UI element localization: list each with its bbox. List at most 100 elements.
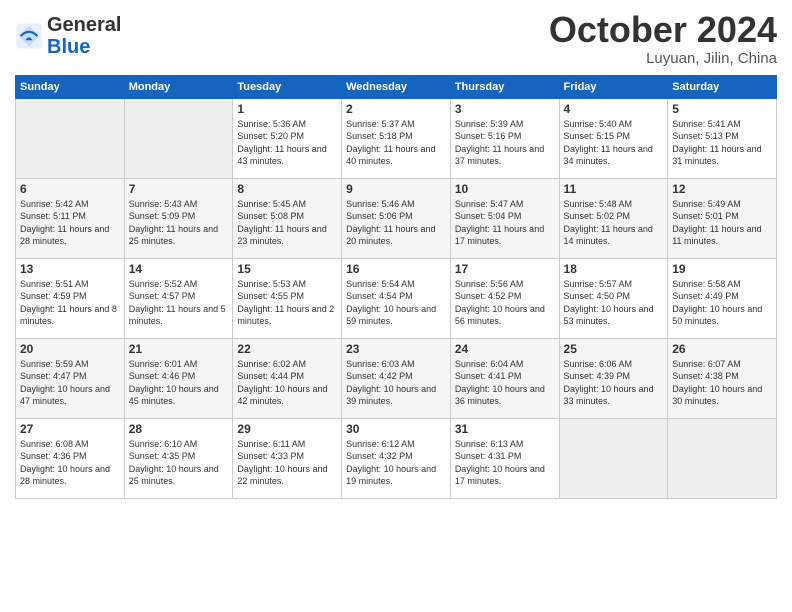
logo-icon [15,22,43,50]
calendar-cell: 17 Sunrise: 5:56 AMSunset: 4:52 PMDayligh… [450,258,559,338]
calendar-week-row: 13 Sunrise: 5:51 AMSunset: 4:59 PMDayligh… [16,258,777,338]
calendar-cell: 15 Sunrise: 5:53 AMSunset: 4:55 PMDayligh… [233,258,342,338]
day-info: Sunrise: 5:45 AMSunset: 5:08 PMDaylight:… [237,198,337,248]
day-info: Sunrise: 5:36 AMSunset: 5:20 PMDaylight:… [237,118,337,168]
calendar-week-row: 6 Sunrise: 5:42 AMSunset: 5:11 PMDaylight… [16,178,777,258]
day-number: 24 [455,342,555,356]
calendar-cell: 27 Sunrise: 6:08 AMSunset: 4:36 PMDayligh… [16,418,125,498]
day-number: 15 [237,262,337,276]
day-number: 13 [20,262,120,276]
calendar-cell: 29Sunrise: 6:11 AMSunset: 4:33 PMDayligh… [233,418,342,498]
calendar-cell: 13 Sunrise: 5:51 AMSunset: 4:59 PMDayligh… [16,258,125,338]
day-number: 23 [346,342,446,356]
calendar-cell: 4 Sunrise: 5:40 AMSunset: 5:15 PMDaylight… [559,98,668,178]
day-info: Sunrise: 5:48 AMSunset: 5:02 PMDaylight:… [564,198,664,248]
day-number: 19 [672,262,772,276]
calendar-cell: 3Sunrise: 5:39 AMSunset: 5:16 PMDaylight… [450,98,559,178]
weekday-header-sunday: Sunday [16,75,125,98]
header: General Blue October 2024 Luyuan, Jilin,… [15,10,777,67]
logo-general: General [47,14,121,36]
calendar-week-row: 20 Sunrise: 5:59 AMSunset: 4:47 PMDayligh… [16,338,777,418]
day-info: Sunrise: 6:07 AMSunset: 4:38 PMDaylight:… [672,358,772,408]
calendar-cell: 8 Sunrise: 5:45 AMSunset: 5:08 PMDaylight… [233,178,342,258]
day-info: Sunrise: 5:51 AMSunset: 4:59 PMDaylight:… [20,278,120,328]
calendar-cell: 9 Sunrise: 5:46 AMSunset: 5:06 PMDaylight… [342,178,451,258]
day-info: Sunrise: 6:04 AMSunset: 4:41 PMDaylight:… [455,358,555,408]
day-number: 8 [237,182,337,196]
weekday-header-thursday: Thursday [450,75,559,98]
weekday-header-saturday: Saturday [668,75,777,98]
calendar-cell: 23 Sunrise: 6:03 AMSunset: 4:42 PMDayligh… [342,338,451,418]
day-info: Sunrise: 6:01 AMSunset: 4:46 PMDaylight:… [129,358,229,408]
calendar-cell: 6 Sunrise: 5:42 AMSunset: 5:11 PMDaylight… [16,178,125,258]
logo-blue: Blue [47,36,90,58]
day-number: 31 [455,422,555,436]
day-number: 1 [237,102,337,116]
day-info: Sunrise: 6:12 AMSunset: 4:32 PMDaylight:… [346,438,446,488]
day-number: 11 [564,182,664,196]
day-info: Sunrise: 6:06 AMSunset: 4:39 PMDaylight:… [564,358,664,408]
weekday-header-row: SundayMondayTuesdayWednesdayThursdayFrid… [16,75,777,98]
day-info: Sunrise: 5:40 AMSunset: 5:15 PMDaylight:… [564,118,664,168]
calendar-cell: 28Sunrise: 6:10 AMSunset: 4:35 PMDayligh… [124,418,233,498]
day-number: 9 [346,182,446,196]
weekday-header-monday: Monday [124,75,233,98]
day-info: Sunrise: 5:59 AMSunset: 4:47 PMDaylight:… [20,358,120,408]
calendar-cell: 16 Sunrise: 5:54 AMSunset: 4:54 PMDayligh… [342,258,451,338]
location: Luyuan, Jilin, China [549,50,777,67]
day-info: Sunrise: 5:49 AMSunset: 5:01 PMDaylight:… [672,198,772,248]
day-number: 4 [564,102,664,116]
day-number: 14 [129,262,229,276]
day-number: 5 [672,102,772,116]
calendar-cell: 18Sunrise: 5:57 AMSunset: 4:50 PMDayligh… [559,258,668,338]
day-info: Sunrise: 6:13 AMSunset: 4:31 PMDaylight:… [455,438,555,488]
day-number: 10 [455,182,555,196]
day-info: Sunrise: 6:03 AMSunset: 4:42 PMDaylight:… [346,358,446,408]
day-info: Sunrise: 5:37 AMSunset: 5:18 PMDaylight:… [346,118,446,168]
day-number: 2 [346,102,446,116]
day-info: Sunrise: 6:02 AMSunset: 4:44 PMDaylight:… [237,358,337,408]
day-number: 27 [20,422,120,436]
logo: General Blue [15,14,121,58]
calendar-cell: 2 Sunrise: 5:37 AMSunset: 5:18 PMDaylight… [342,98,451,178]
day-number: 25 [564,342,664,356]
day-number: 22 [237,342,337,356]
calendar-cell: 10 Sunrise: 5:47 AMSunset: 5:04 PMDayligh… [450,178,559,258]
day-number: 20 [20,342,120,356]
calendar-cell [668,418,777,498]
day-info: Sunrise: 5:46 AMSunset: 5:06 PMDaylight:… [346,198,446,248]
day-info: Sunrise: 6:11 AMSunset: 4:33 PMDaylight:… [237,438,337,488]
day-info: Sunrise: 5:42 AMSunset: 5:11 PMDaylight:… [20,198,120,248]
calendar-cell: 19 Sunrise: 5:58 AMSunset: 4:49 PMDayligh… [668,258,777,338]
day-info: Sunrise: 5:41 AMSunset: 5:13 PMDaylight:… [672,118,772,168]
weekday-header-tuesday: Tuesday [233,75,342,98]
calendar-cell: 1 Sunrise: 5:36 AMSunset: 5:20 PMDaylight… [233,98,342,178]
logo-text: General Blue [47,14,121,58]
calendar-cell [16,98,125,178]
calendar-cell: 21 Sunrise: 6:01 AMSunset: 4:46 PMDayligh… [124,338,233,418]
day-number: 17 [455,262,555,276]
day-number: 16 [346,262,446,276]
day-number: 6 [20,182,120,196]
calendar-week-row: 1 Sunrise: 5:36 AMSunset: 5:20 PMDaylight… [16,98,777,178]
weekday-header-friday: Friday [559,75,668,98]
page-container: General Blue October 2024 Luyuan, Jilin,… [0,0,792,504]
day-info: Sunrise: 5:53 AMSunset: 4:55 PMDaylight:… [237,278,337,328]
day-number: 30 [346,422,446,436]
weekday-header-wednesday: Wednesday [342,75,451,98]
calendar-cell: 31 Sunrise: 6:13 AMSunset: 4:31 PMDayligh… [450,418,559,498]
calendar-cell: 30 Sunrise: 6:12 AMSunset: 4:32 PMDayligh… [342,418,451,498]
day-info: Sunrise: 5:56 AMSunset: 4:52 PMDaylight:… [455,278,555,328]
day-info: Sunrise: 5:57 AMSunset: 4:50 PMDaylight:… [564,278,664,328]
month-title: October 2024 [549,10,777,50]
calendar-table: SundayMondayTuesdayWednesdayThursdayFrid… [15,75,777,499]
day-info: Sunrise: 5:47 AMSunset: 5:04 PMDaylight:… [455,198,555,248]
day-info: Sunrise: 5:58 AMSunset: 4:49 PMDaylight:… [672,278,772,328]
day-info: Sunrise: 5:54 AMSunset: 4:54 PMDaylight:… [346,278,446,328]
day-info: Sunrise: 6:08 AMSunset: 4:36 PMDaylight:… [20,438,120,488]
day-number: 21 [129,342,229,356]
calendar-week-row: 27 Sunrise: 6:08 AMSunset: 4:36 PMDayligh… [16,418,777,498]
title-block: October 2024 Luyuan, Jilin, China [549,10,777,67]
day-info: Sunrise: 5:43 AMSunset: 5:09 PMDaylight:… [129,198,229,248]
calendar-cell [559,418,668,498]
